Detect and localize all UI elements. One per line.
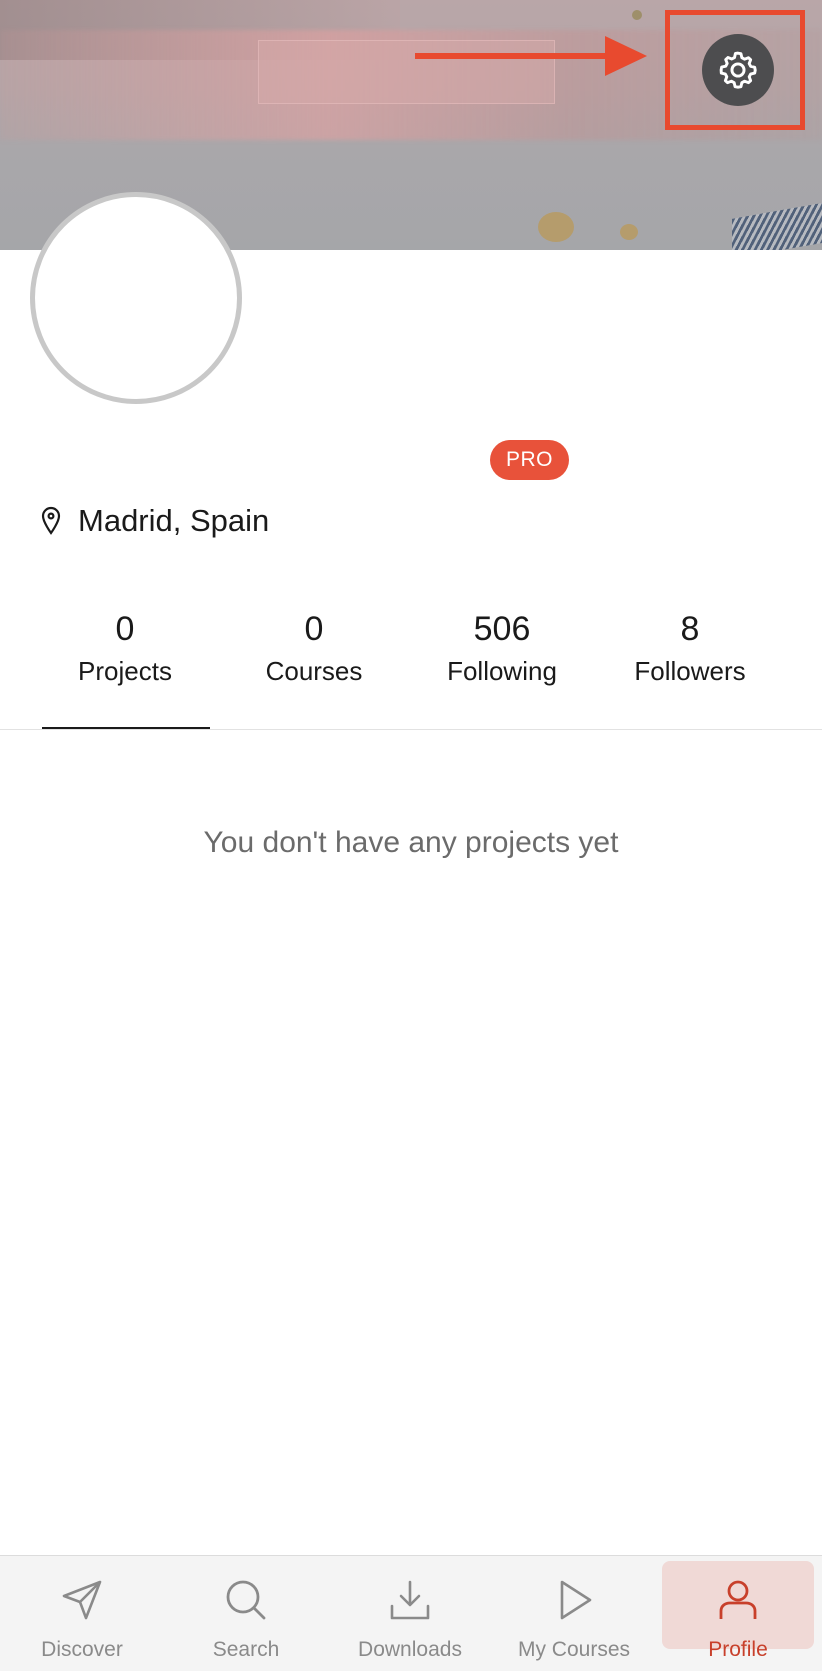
nav-search[interactable]: Search [164, 1556, 328, 1671]
user-icon [719, 1580, 757, 1619]
empty-state-message: You don't have any projects yet [203, 826, 619, 859]
divider [0, 729, 822, 730]
followers-label: Followers [634, 656, 746, 686]
send-icon [62, 1580, 102, 1620]
nav-discover-label: Discover [41, 1638, 123, 1661]
courses-count: 0 [304, 610, 324, 648]
nav-downloads[interactable]: Downloads [328, 1556, 492, 1671]
location: Madrid, Spain [40, 503, 269, 539]
search-icon [226, 1580, 266, 1620]
nav-my-courses-label: My Courses [517, 1638, 631, 1661]
annotation-arrow-head [605, 36, 647, 76]
nav-my-courses[interactable]: My Courses [492, 1556, 656, 1671]
nav-profile[interactable]: Profile [656, 1556, 820, 1671]
settings-button[interactable] [702, 34, 774, 106]
nav-search-label: Search [212, 1638, 280, 1661]
projects-label: Projects [78, 656, 172, 686]
play-icon [560, 1580, 592, 1620]
cover-gold-dot [538, 212, 574, 242]
download-icon [390, 1580, 430, 1620]
cover-blue-stroke [732, 201, 822, 250]
cover-gold-dot [620, 224, 638, 240]
cover-paint-rect [258, 40, 555, 104]
following-label: Following [447, 656, 557, 686]
nav-profile-label: Profile [708, 1638, 768, 1661]
gear-icon [719, 51, 757, 89]
projects-count: 0 [115, 610, 135, 648]
bottom-nav: Discover Search Downloads My Courses Pro… [0, 1555, 822, 1671]
pro-badge: PRO [490, 440, 569, 480]
location-text: Madrid, Spain [78, 503, 270, 538]
tab-followers[interactable]: 8 Followers [596, 600, 784, 687]
map-pin-icon [41, 506, 61, 535]
followers-count: 8 [680, 610, 700, 648]
annotation-arrow-line [415, 53, 605, 59]
stats-tabs: 0 Projects 0 Courses 506 Following 8 Fol… [0, 600, 822, 730]
tab-courses[interactable]: 0 Courses [220, 600, 408, 687]
tab-following[interactable]: 506 Following [408, 600, 596, 687]
nav-downloads-label: Downloads [358, 1638, 462, 1661]
cover-gold-dot [632, 10, 642, 20]
tab-projects[interactable]: 0 Projects [31, 600, 219, 687]
avatar[interactable] [30, 192, 242, 404]
courses-label: Courses [265, 656, 363, 686]
following-count: 506 [473, 610, 531, 648]
nav-discover[interactable]: Discover [0, 1556, 164, 1671]
